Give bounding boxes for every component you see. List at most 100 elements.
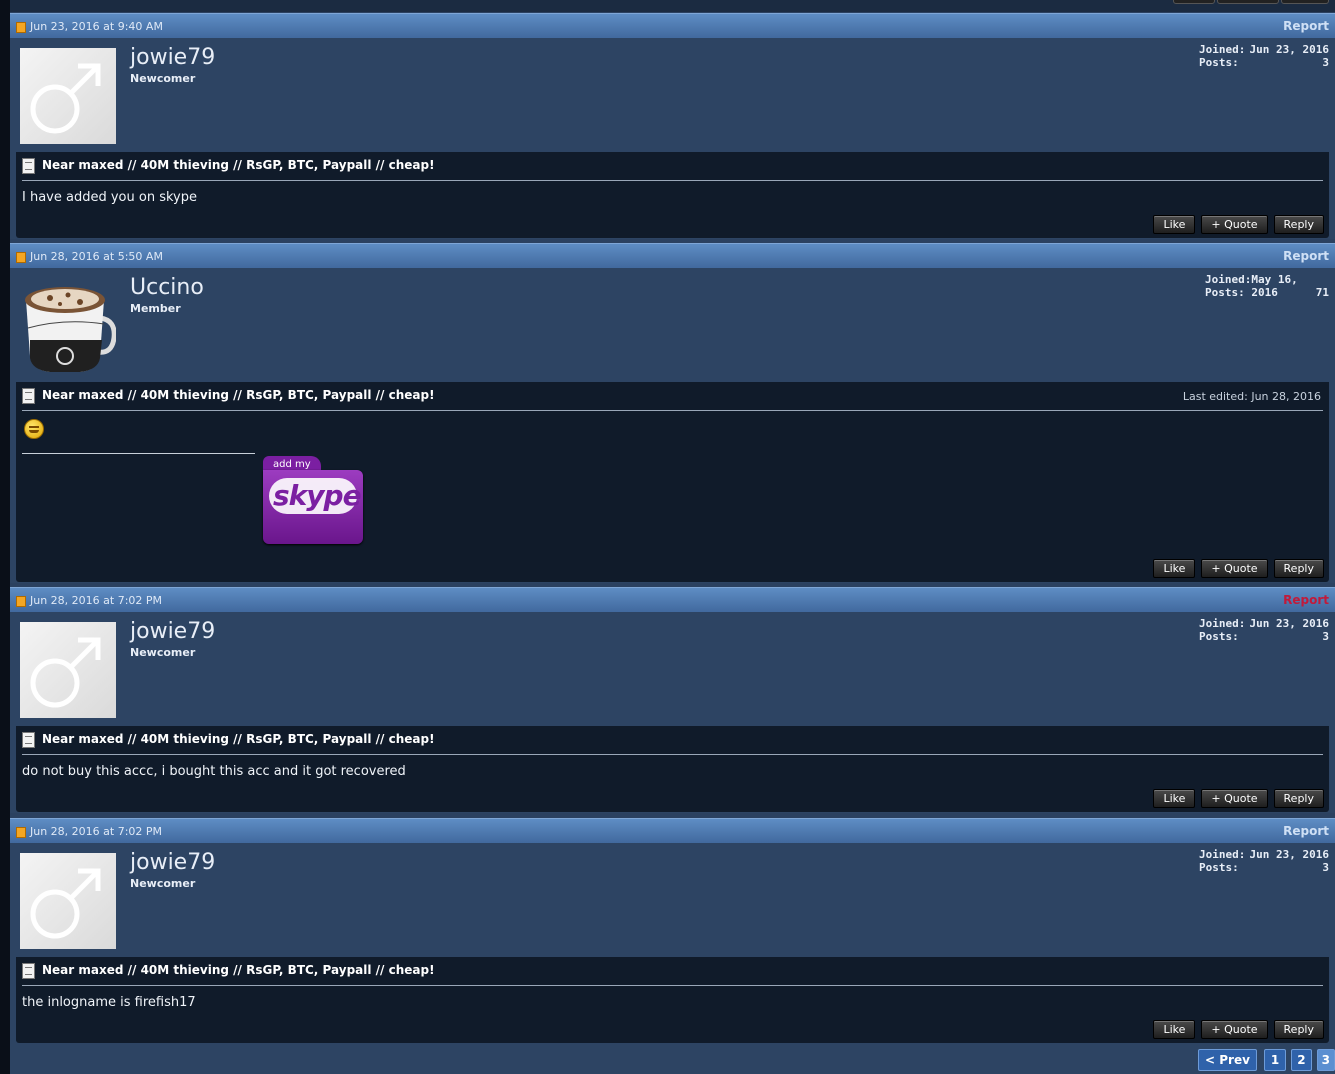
posts-value[interactable]: 3 (1322, 56, 1329, 69)
smiley-icon (24, 419, 44, 439)
document-icon (22, 732, 35, 748)
username[interactable]: Uccino (130, 275, 204, 300)
reply-button[interactable]: Reply (1273, 1020, 1324, 1039)
post-new-icon (16, 22, 26, 33)
male-symbol-icon (30, 868, 101, 939)
like-button[interactable]: Like (1153, 789, 1196, 808)
quote-button[interactable]: + Quote (1201, 1020, 1268, 1039)
user-stats: Joined: Jun 23, 2016 Posts: 3 (1199, 848, 1329, 874)
post-message: the inlogname is firefish17 (22, 995, 196, 1010)
post-content: Near maxed // 40M thieving // RsGP, BTC,… (16, 382, 1329, 582)
joined-value: Jun 23, 2016 (1249, 43, 1329, 56)
divider (22, 985, 1323, 986)
document-icon (22, 388, 35, 404)
thread-container: Jun 23, 2016 at 9:40 AM Report jowie79 N… (10, 0, 1335, 1074)
report-link[interactable]: Report (1283, 824, 1329, 838)
document-icon (22, 158, 35, 174)
prev-like-button[interactable] (1173, 0, 1215, 4)
post-body: jowie79 Newcomer Joined: Jun 23, 2016 Pos… (10, 843, 1335, 1074)
post-actions: Like + Quote Reply (1153, 559, 1324, 578)
posts-label: Posts: (1199, 861, 1239, 874)
skype-badge-main: skype (273, 479, 362, 512)
report-link[interactable]: Report (1283, 593, 1329, 607)
post-title: Near maxed // 40M thieving // RsGP, BTC,… (22, 732, 435, 748)
reply-button[interactable]: Reply (1273, 215, 1324, 234)
post-header: Jun 28, 2016 at 7:02 PM Report (10, 587, 1335, 612)
prev-page-button[interactable]: < Prev (1198, 1049, 1257, 1071)
user-role: Newcomer (130, 877, 196, 890)
posts-label: Posts: (1199, 56, 1239, 69)
like-button[interactable]: Like (1153, 559, 1196, 578)
like-button[interactable]: Like (1153, 215, 1196, 234)
post-new-icon (16, 827, 26, 838)
quote-button[interactable]: + Quote (1201, 789, 1268, 808)
post-body: jowie79 Newcomer Joined: Jun 23, 2016 Pos… (10, 38, 1335, 239)
joined-value: May 16, 2016 (1251, 273, 1298, 299)
post-content: Near maxed // 40M thieving // RsGP, BTC,… (16, 152, 1329, 238)
post-header: Jun 28, 2016 at 5:50 AM Report (10, 243, 1335, 268)
last-edited: Last edited: Jun 28, 2016 (1182, 390, 1321, 403)
male-symbol-icon (30, 63, 101, 134)
post-body: Uccino Member Joined: May 16, 2016 Posts:… (10, 268, 1335, 583)
prev-quote-button[interactable] (1217, 0, 1279, 4)
user-role: Newcomer (130, 72, 196, 85)
post-message: do not buy this accc, i bought this acc … (22, 764, 406, 779)
cappuccino-cup-icon (25, 287, 116, 372)
posts-value[interactable]: 71 (1316, 286, 1329, 299)
user-stats: Joined: Jun 23, 2016 Posts: 3 (1199, 43, 1329, 69)
like-button[interactable]: Like (1153, 1020, 1196, 1039)
joined-label: Joined: (1199, 617, 1246, 630)
posts-value[interactable]: 3 (1322, 630, 1329, 643)
post-actions: Like + Quote Reply (1153, 789, 1324, 808)
post-title: Near maxed // 40M thieving // RsGP, BTC,… (22, 963, 435, 979)
posts-value[interactable]: 3 (1322, 861, 1329, 874)
signature-divider (22, 453, 255, 454)
report-link[interactable]: Report (1283, 249, 1329, 263)
prev-reply-button[interactable] (1281, 0, 1329, 4)
posts-label: Posts: (1205, 286, 1245, 299)
username[interactable]: jowie79 (130, 850, 215, 875)
posts-label: Posts: (1199, 630, 1239, 643)
divider (22, 754, 1323, 755)
divider (22, 410, 1323, 411)
reply-button[interactable]: Reply (1273, 789, 1324, 808)
page-1-link[interactable]: 1 (1263, 1049, 1287, 1071)
post-header: Jun 23, 2016 at 9:40 AM Report (10, 13, 1335, 38)
post-body: jowie79 Newcomer Joined: Jun 23, 2016 Pos… (10, 612, 1335, 813)
quote-button[interactable]: + Quote (1201, 559, 1268, 578)
divider (22, 180, 1323, 181)
pagination: < Prev 1 2 3 (1198, 1049, 1335, 1071)
quote-button[interactable]: + Quote (1201, 215, 1268, 234)
skype-badge[interactable]: add my skype (263, 456, 363, 544)
post-date[interactable]: Jun 28, 2016 at 5:50 AM (30, 250, 163, 263)
post-date[interactable]: Jun 28, 2016 at 7:02 PM (30, 594, 162, 607)
post-actions: Like + Quote Reply (1153, 1020, 1324, 1039)
post-date[interactable]: Jun 28, 2016 at 7:02 PM (30, 825, 162, 838)
report-link[interactable]: Report (1283, 19, 1329, 33)
avatar[interactable] (20, 278, 116, 374)
skype-badge-top: add my (273, 459, 311, 470)
username[interactable]: jowie79 (130, 45, 215, 70)
page-3-current[interactable]: 3 (1316, 1049, 1335, 1071)
document-icon (22, 963, 35, 979)
post-title: Near maxed // 40M thieving // RsGP, BTC,… (22, 388, 435, 404)
post-header: Jun 28, 2016 at 7:02 PM Report (10, 818, 1335, 843)
reply-button[interactable]: Reply (1273, 559, 1324, 578)
joined-label: Joined: (1199, 848, 1246, 861)
male-symbol-icon (30, 637, 101, 708)
joined-value: Jun 23, 2016 (1249, 617, 1329, 630)
post-message: I have added you on skype (22, 190, 197, 205)
joined-value: Jun 23, 2016 (1249, 848, 1329, 861)
username[interactable]: jowie79 (130, 619, 215, 644)
user-role: Newcomer (130, 646, 196, 659)
avatar[interactable] (20, 853, 116, 949)
joined-label: Joined: (1199, 43, 1246, 56)
avatar[interactable] (20, 48, 116, 144)
post-content: Near maxed // 40M thieving // RsGP, BTC,… (16, 957, 1329, 1043)
post-date[interactable]: Jun 23, 2016 at 9:40 AM (30, 20, 163, 33)
joined-label: Joined: (1205, 273, 1252, 286)
post-title: Near maxed // 40M thieving // RsGP, BTC,… (22, 158, 435, 174)
post-actions: Like + Quote Reply (1153, 215, 1324, 234)
page-2-link[interactable]: 2 (1291, 1049, 1312, 1071)
avatar[interactable] (20, 622, 116, 718)
